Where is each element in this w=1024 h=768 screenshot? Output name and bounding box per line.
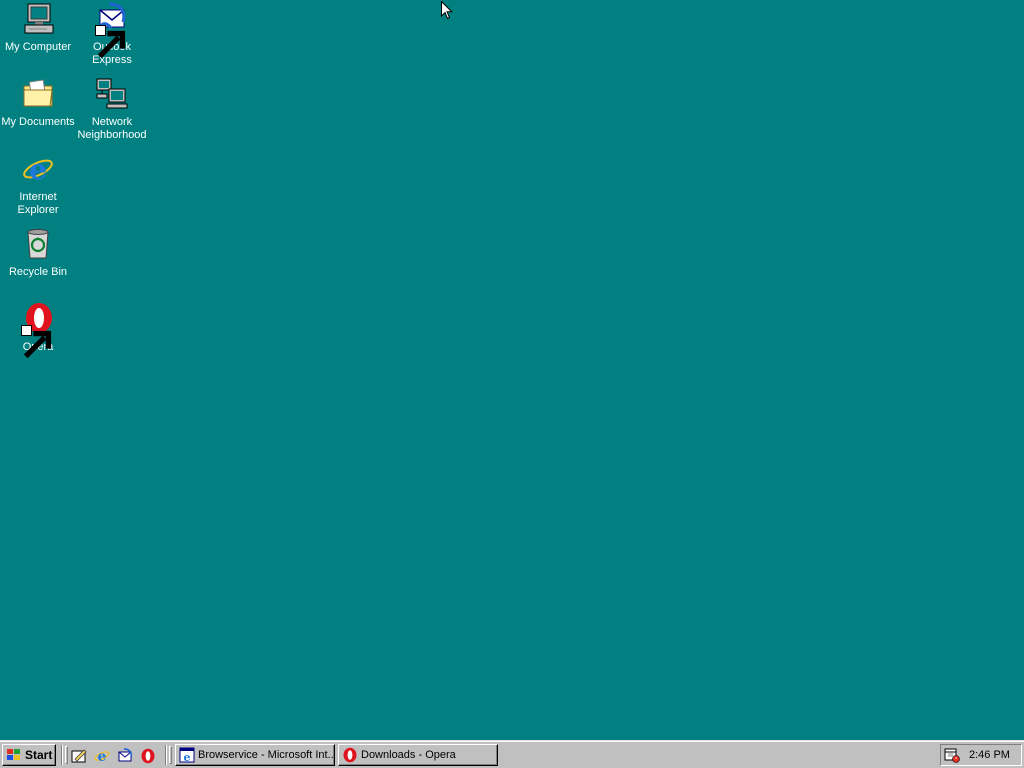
desktop-icon-outlook-express[interactable]: Outlook Express: [74, 2, 150, 67]
desktop-icon-recycle-bin[interactable]: Recycle Bin: [0, 227, 76, 279]
show-desktop-icon: [71, 749, 87, 763]
desktop-icon-label: Network Neighborhood: [77, 116, 147, 141]
taskbar-separator: [165, 745, 167, 765]
task-button-label: Downloads - Opera: [361, 749, 456, 761]
quick-launch-opera[interactable]: [139, 747, 157, 765]
scheduler-icon[interactable]: [944, 747, 960, 763]
task-list-grip[interactable]: [169, 746, 172, 764]
mouse-cursor-icon: [441, 1, 453, 20]
outlook-express-icon: [95, 2, 129, 59]
task-button-browservice[interactable]: e Browservice - Microsoft Int...: [175, 744, 335, 766]
svg-text:e: e: [184, 751, 191, 763]
taskbar: Start e e Browservice - Microsoft Int...…: [0, 740, 1024, 768]
shortcut-arrow-icon: [95, 25, 126, 59]
quick-launch-show-desktop[interactable]: [70, 747, 88, 765]
opera-icon: [141, 748, 155, 764]
desktop-icon-label: Recycle Bin: [8, 266, 68, 278]
svg-text:e: e: [29, 153, 47, 186]
internet-explorer-page-icon: e: [179, 747, 195, 763]
desktop-icon-opera[interactable]: Opera: [0, 302, 76, 359]
desktop-icon-network-neighborhood[interactable]: Network Neighborhood: [74, 77, 150, 142]
folder-icon: [21, 77, 55, 111]
outlook-express-icon: [118, 748, 133, 762]
opera-icon: [343, 747, 357, 763]
windows-logo-icon: [7, 749, 20, 760]
recycle-bin-icon: [21, 227, 55, 261]
internet-explorer-icon: e: [21, 152, 55, 186]
shortcut-arrow-icon: [21, 325, 52, 359]
desktop-icon-my-computer[interactable]: My Computer: [0, 2, 76, 54]
quick-launch-internet-explorer[interactable]: e: [93, 747, 111, 765]
desktop-icon-internet-explorer[interactable]: e Internet Explorer: [0, 152, 76, 217]
opera-icon: [21, 302, 55, 359]
internet-explorer-icon: e: [94, 749, 110, 764]
desktop-icon-label: My Documents: [1, 116, 75, 128]
computer-icon: [21, 2, 55, 36]
network-icon: [95, 77, 129, 111]
start-button[interactable]: Start: [2, 744, 56, 766]
quick-launch-outlook-express[interactable]: [116, 747, 134, 765]
clock[interactable]: 2:46 PM: [969, 749, 1010, 761]
desktop-icon-my-documents[interactable]: My Documents: [0, 77, 76, 129]
task-button-opera-downloads[interactable]: Downloads - Opera: [338, 744, 498, 766]
start-label: Start: [25, 748, 53, 762]
taskbar-separator: [61, 745, 63, 765]
system-tray: 2:46 PM: [940, 744, 1022, 766]
desktop-icon-label: My Computer: [4, 41, 72, 53]
desktop-icon-label: Internet Explorer: [17, 191, 59, 216]
quick-launch-grip[interactable]: [65, 746, 68, 764]
svg-text:e: e: [98, 749, 107, 764]
task-button-label: Browservice - Microsoft Int...: [198, 749, 334, 761]
